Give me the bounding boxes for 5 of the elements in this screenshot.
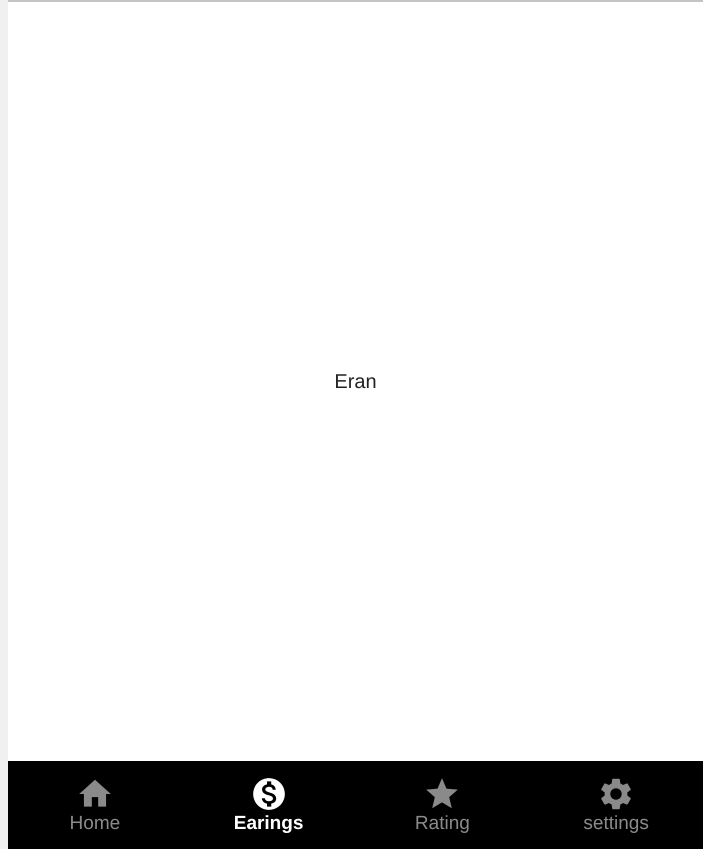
content-text: Eran bbox=[334, 370, 377, 394]
nav-tab[interactable]: Earings bbox=[234, 775, 304, 835]
nav-tab[interactable]: Rating bbox=[414, 775, 470, 835]
nav-tab[interactable]: settings bbox=[583, 775, 649, 835]
nav-tab[interactable]: Home bbox=[70, 775, 120, 835]
